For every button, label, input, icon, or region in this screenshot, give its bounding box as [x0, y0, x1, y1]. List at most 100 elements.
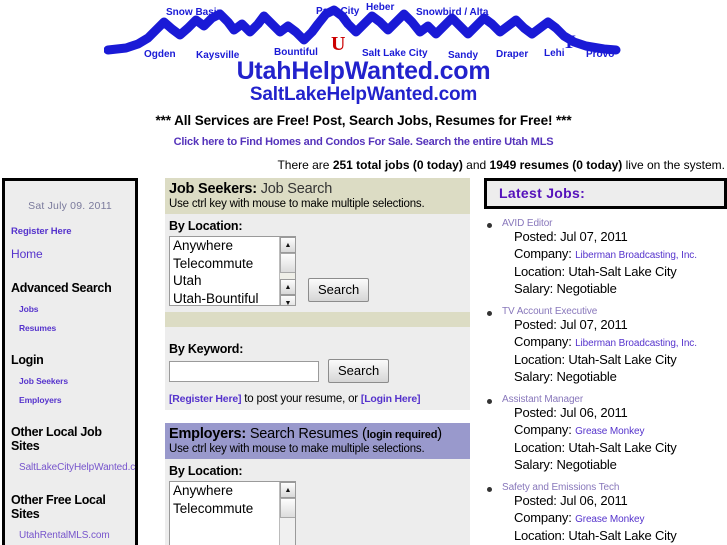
- job-seekers-title-rest: Job Search: [256, 181, 333, 197]
- job-seekers-location-row: Anywhere Telecommute Utah Utah-Bountiful…: [169, 236, 466, 306]
- utah-u-letter-icon: U: [331, 33, 345, 55]
- job-company: Company: Liberman Broadcasting, Inc.: [502, 246, 727, 265]
- list-item[interactable]: Anywhere: [170, 237, 295, 255]
- listbox-scrollbar[interactable]: ▲: [279, 482, 295, 545]
- job-seekers-header: Job Seekers: Job Search Use ctrl key wit…: [165, 178, 470, 214]
- sidebar-link-jobs[interactable]: Jobs: [19, 304, 39, 314]
- location-value: Utah-Salt Lake City: [568, 264, 677, 279]
- company-value[interactable]: Liberman Broadcasting, Inc.: [575, 338, 697, 349]
- job-seekers-title: Job Seekers: Job Search: [169, 181, 466, 197]
- mls-link[interactable]: Click here to Find Homes and Condos For …: [174, 136, 554, 148]
- panel-divider-khaki: [165, 312, 470, 327]
- sidebar-item-saltlakecityhelpwanted[interactable]: SaltLakeCityHelpWanted.com: [11, 462, 135, 473]
- job-seekers-title-bold: Job Seekers:: [169, 181, 257, 197]
- posted-label: Posted:: [514, 229, 561, 244]
- sidebar-item-utahrentalmls[interactable]: UtahRentalMLS.com: [11, 530, 129, 541]
- posted-value: Jul 06, 2011: [560, 405, 628, 420]
- stats-resumes-count: 1949 resumes (0 today): [489, 158, 623, 172]
- job-title-link[interactable]: Safety and Emissions Tech: [502, 482, 619, 493]
- job-salary: Salary: Negotiable: [502, 457, 727, 474]
- scroll-up-arrow-icon-2[interactable]: ▲: [280, 279, 295, 295]
- sidebar-date: Sat July 09. 2011: [28, 200, 112, 212]
- scrollbar-thumb[interactable]: [280, 253, 295, 273]
- listbox-scrollbar[interactable]: ▲ ▲ ▼: [279, 237, 295, 305]
- job-title-link[interactable]: Assistant Manager: [502, 394, 583, 405]
- sidebar-item-jobs[interactable]: Jobs: [11, 304, 129, 314]
- sidebar-heading-other-free-local-sites: Other Free Local Sites: [11, 493, 106, 521]
- employers-location-row: Anywhere Telecommute ▲: [169, 481, 466, 545]
- bullet-icon: [487, 399, 492, 404]
- list-item[interactable]: Telecommute: [170, 500, 295, 518]
- sidebar-link-home[interactable]: Home: [11, 247, 43, 261]
- employers-location-section: By Location: Anywhere Telecommute ▲: [165, 459, 470, 545]
- company-label: Company:: [514, 421, 576, 437]
- list-item[interactable]: Utah-Bountiful: [170, 290, 295, 306]
- sidebar-link-register-here[interactable]: Register Here: [11, 226, 72, 237]
- list-item[interactable]: Telecommute: [170, 255, 295, 273]
- job-seekers-keyword-section: By Keyword: Search: [165, 337, 470, 389]
- employers-title-close: ): [437, 426, 442, 442]
- scroll-up-arrow-icon[interactable]: ▲: [280, 237, 295, 253]
- list-item[interactable]: Utah: [170, 272, 295, 290]
- location-label: Location:: [514, 440, 569, 455]
- bullet-icon: [487, 223, 492, 228]
- job-posted: Posted: Jul 07, 2011: [502, 317, 727, 334]
- employers-location-listbox[interactable]: Anywhere Telecommute ▲: [169, 481, 296, 545]
- job-title-link[interactable]: TV Account Executive: [502, 306, 597, 317]
- job-location: Location: Utah-Salt Lake City: [502, 352, 727, 369]
- sidebar-link-job-seekers[interactable]: Job Seekers: [19, 376, 68, 386]
- sidebar-item-home[interactable]: Home: [11, 247, 129, 261]
- location-value: Utah-Salt Lake City: [568, 528, 677, 543]
- list-item: TV Account Executive Posted: Jul 07, 201…: [484, 306, 727, 385]
- job-title[interactable]: Safety and Emissions Tech: [502, 482, 727, 493]
- sidebar-heading-login: Login: [11, 353, 44, 367]
- sidebar-item-resumes[interactable]: Resumes: [11, 323, 129, 333]
- sidebar-item-job-seekers[interactable]: Job Seekers: [11, 376, 129, 386]
- posted-value: Jul 06, 2011: [560, 493, 628, 508]
- svg-text:Provo: Provo: [586, 49, 614, 60]
- employers-title-rest: Search Resumes (: [245, 426, 367, 442]
- company-label: Company:: [514, 245, 576, 261]
- bullet-icon: [487, 487, 492, 492]
- employers-location-label: By Location:: [169, 464, 243, 478]
- job-title[interactable]: AVID Editor: [502, 218, 727, 229]
- sidebar-link-utahrentalmls[interactable]: UtahRentalMLS.com: [19, 530, 110, 541]
- register-here-link[interactable]: [Register Here]: [169, 393, 241, 405]
- latest-jobs-heading: Latest Jobs:: [484, 178, 727, 209]
- job-title-link[interactable]: AVID Editor: [502, 218, 553, 229]
- scrollbar-thumb[interactable]: [280, 498, 295, 518]
- scroll-up-arrow-icon[interactable]: ▲: [280, 482, 295, 498]
- site-title: UtahHelpWanted.com: [236, 57, 491, 85]
- sidebar-link-resumes[interactable]: Resumes: [19, 323, 56, 333]
- register-line-middle: to post your resume, or: [241, 393, 361, 405]
- sidebar-link-employers[interactable]: Employers: [19, 395, 62, 405]
- list-item[interactable]: Anywhere: [170, 482, 295, 500]
- job-seekers-location-listbox[interactable]: Anywhere Telecommute Utah Utah-Bountiful…: [169, 236, 296, 306]
- sidebar-link-saltlakecityhelpwanted[interactable]: SaltLakeCityHelpWanted.com: [19, 462, 135, 473]
- job-company: Company: Grease Monkey: [502, 422, 727, 441]
- job-seekers-keyword-search-button[interactable]: Search: [328, 359, 390, 383]
- job-posted: Posted: Jul 07, 2011: [502, 229, 727, 246]
- list-item: Assistant Manager Posted: Jul 06, 2011 C…: [484, 394, 727, 473]
- job-title[interactable]: TV Account Executive: [502, 306, 727, 317]
- job-seekers-location-section: By Location: Anywhere Telecommute Utah U…: [165, 214, 470, 312]
- posted-label: Posted:: [514, 317, 561, 332]
- company-value[interactable]: Grease Monkey: [575, 514, 644, 525]
- job-seekers-keyword-input[interactable]: [169, 360, 319, 382]
- sidebar-item-employers[interactable]: Employers: [11, 395, 129, 405]
- location-label: Location:: [514, 528, 569, 543]
- salary-label: Salary:: [514, 280, 557, 296]
- svg-text:Snow Basin: Snow Basin: [166, 7, 223, 18]
- scroll-down-arrow-icon[interactable]: ▼: [280, 295, 295, 305]
- sidebar-item-register-here[interactable]: Register Here: [11, 226, 129, 237]
- sidebar-heading-other-local-job-sites: Other Local Job Sites: [11, 425, 102, 453]
- company-value[interactable]: Liberman Broadcasting, Inc.: [575, 250, 697, 261]
- job-seekers-location-search-button[interactable]: Search: [308, 278, 370, 302]
- company-value[interactable]: Grease Monkey: [575, 426, 644, 437]
- job-title[interactable]: Assistant Manager: [502, 394, 727, 405]
- tagline: *** All Services are Free! Post, Search …: [155, 113, 572, 128]
- posted-label: Posted:: [514, 493, 561, 508]
- location-label: Location:: [514, 264, 569, 279]
- login-here-link[interactable]: [Login Here]: [361, 393, 421, 405]
- job-posted: Posted: Jul 06, 2011: [502, 493, 727, 510]
